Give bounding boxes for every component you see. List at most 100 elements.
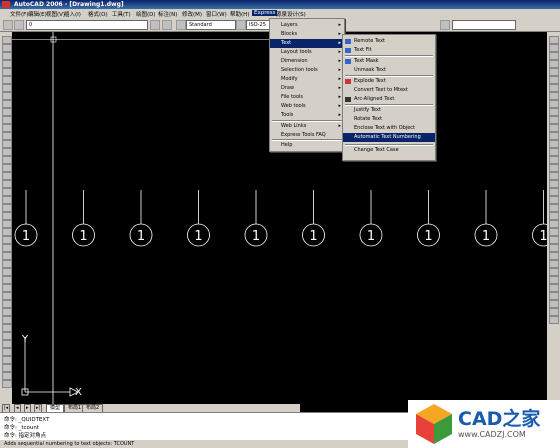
draw-tool-icon[interactable] <box>2 276 12 284</box>
draw-tool-icon[interactable] <box>2 44 12 52</box>
modify-tool-icon[interactable] <box>549 284 559 292</box>
modify-tool-icon[interactable] <box>549 276 559 284</box>
modify-tool-icon[interactable] <box>549 76 559 84</box>
modify-tool-icon[interactable] <box>549 44 559 52</box>
bulb-icon[interactable] <box>14 20 24 30</box>
express-menu-item[interactable]: Blocks ▸ <box>270 30 344 39</box>
modify-tool-icon[interactable] <box>549 148 559 156</box>
modify-tool-icon[interactable] <box>549 228 559 236</box>
draw-tool-icon[interactable] <box>2 124 12 132</box>
command-window[interactable]: 命令: _QUIDTEXT 命令: _tcount 命令: 指定对角点 <box>0 412 408 441</box>
draw-tool-icon[interactable] <box>2 260 12 268</box>
table-style-select[interactable] <box>452 20 516 30</box>
draw-tool-icon[interactable] <box>2 252 12 260</box>
draw-tool-icon[interactable] <box>2 60 12 68</box>
draw-tool-icon[interactable] <box>2 292 12 300</box>
modify-tool-icon[interactable] <box>549 36 559 44</box>
text-menu-item[interactable]: Justify Text <box>343 106 435 115</box>
draw-tool-icon[interactable] <box>2 180 12 188</box>
text-menu-item[interactable]: Unmask Text <box>343 66 435 75</box>
draw-tool-icon[interactable] <box>2 116 12 124</box>
layer-select[interactable]: 0 <box>26 20 148 30</box>
express-menu-item[interactable]: Web tools ▸ <box>270 102 344 111</box>
menu-10[interactable]: 帮助(H) <box>230 10 249 18</box>
modify-tool-icon[interactable] <box>549 180 559 188</box>
layer-match-icon[interactable] <box>162 20 172 30</box>
modify-tool-icon[interactable] <box>549 212 559 220</box>
text-menu-item[interactable]: Explode Text <box>343 77 435 86</box>
draw-tool-icon[interactable] <box>2 196 12 204</box>
menu-0[interactable]: 文件(F) <box>10 10 28 18</box>
modify-tool-icon[interactable] <box>549 100 559 108</box>
draw-tool-icon[interactable] <box>2 100 12 108</box>
draw-tool-icon[interactable] <box>2 164 12 172</box>
menu-8[interactable]: 修改(M) <box>182 10 202 18</box>
text-menu-item[interactable]: Text Mask <box>343 57 435 66</box>
modify-tool-icon[interactable] <box>549 244 559 252</box>
draw-tool-icon[interactable] <box>2 108 12 116</box>
circle-number-text[interactable]: 1 <box>252 229 260 244</box>
modify-tool-icon[interactable] <box>549 132 559 140</box>
modify-tool-icon[interactable] <box>549 188 559 196</box>
draw-tool-icon[interactable] <box>2 372 12 380</box>
draw-tool-icon[interactable] <box>2 364 12 372</box>
draw-tool-icon[interactable] <box>2 380 12 388</box>
express-menu-item[interactable]: Layout tools ▸ <box>270 48 344 57</box>
modify-tool-icon[interactable] <box>549 172 559 180</box>
layer-manager-icon[interactable] <box>3 20 13 30</box>
modify-tool-icon[interactable] <box>549 252 559 260</box>
modify-tool-icon[interactable] <box>549 84 559 92</box>
modify-tool-icon[interactable] <box>549 204 559 212</box>
modify-tool-icon[interactable] <box>549 156 559 164</box>
modify-tool-icon[interactable] <box>549 260 559 268</box>
menu-5[interactable]: 工具(T) <box>112 10 131 18</box>
menu-2[interactable]: 视图(V) <box>46 10 65 18</box>
menu-4[interactable]: 格式(O) <box>88 10 108 18</box>
modify-tool-icon[interactable] <box>549 124 559 132</box>
text-menu-item[interactable]: Convert Text to Mtext <box>343 86 435 95</box>
draw-tool-icon[interactable] <box>2 300 12 308</box>
draw-tool-icon[interactable] <box>2 68 12 76</box>
menu-9[interactable]: 窗口(W) <box>206 10 227 18</box>
text-menu-item[interactable]: Rotate Text <box>343 115 435 124</box>
draw-tool-icon[interactable] <box>2 36 12 44</box>
draw-tool-icon[interactable] <box>2 212 12 220</box>
layer-prev-icon[interactable] <box>150 20 160 30</box>
text-menu-item[interactable]: Enclose Text with Object <box>343 124 435 133</box>
draw-tool-icon[interactable] <box>2 356 12 364</box>
text-menu-item[interactable]: Automatic Text Numbering <box>343 133 435 142</box>
draw-tool-icon[interactable] <box>2 132 12 140</box>
express-menu-item[interactable]: Modify ▸ <box>270 75 344 84</box>
modify-tool-icon[interactable] <box>549 164 559 172</box>
text-menu-item[interactable]: Arc-Aligned Text <box>343 95 435 104</box>
modify-tool-icon[interactable] <box>549 116 559 124</box>
table-style-icon[interactable] <box>440 20 450 30</box>
express-menu-item[interactable]: Tools ▸ <box>270 111 344 120</box>
text-menu-item[interactable]: Remote Text <box>343 37 435 46</box>
modify-tool-icon[interactable] <box>549 140 559 148</box>
draw-tool-icon[interactable] <box>2 188 12 196</box>
menu-11[interactable]: Express <box>252 10 278 16</box>
draw-tool-icon[interactable] <box>2 324 12 332</box>
text-style-select[interactable]: Standard <box>186 20 236 30</box>
modify-tool-icon[interactable] <box>549 292 559 300</box>
menu-12[interactable]: 源泉设计(S) <box>276 10 306 18</box>
draw-tool-icon[interactable] <box>2 228 12 236</box>
text-style-icon[interactable] <box>176 20 186 30</box>
command-prompt[interactable]: 命令: 指定对角点 <box>4 431 46 439</box>
draw-tool-icon[interactable] <box>2 244 12 252</box>
modify-tool-icon[interactable] <box>549 60 559 68</box>
menu-7[interactable]: 标注(N) <box>158 10 177 18</box>
circle-number-text[interactable]: 1 <box>79 229 87 244</box>
modify-tool-icon[interactable] <box>549 196 559 204</box>
draw-tool-icon[interactable] <box>2 148 12 156</box>
text-menu-item[interactable]: Text Fit <box>343 46 435 55</box>
modify-tool-icon[interactable] <box>549 68 559 76</box>
draw-tool-icon[interactable] <box>2 76 12 84</box>
express-menu-item[interactable]: Layers ▸ <box>270 21 344 30</box>
draw-tool-icon[interactable] <box>2 220 12 228</box>
circle-number-text[interactable]: 1 <box>194 229 202 244</box>
draw-tool-icon[interactable] <box>2 236 12 244</box>
menu-6[interactable]: 绘图(D) <box>136 10 156 18</box>
draw-tool-icon[interactable] <box>2 140 12 148</box>
